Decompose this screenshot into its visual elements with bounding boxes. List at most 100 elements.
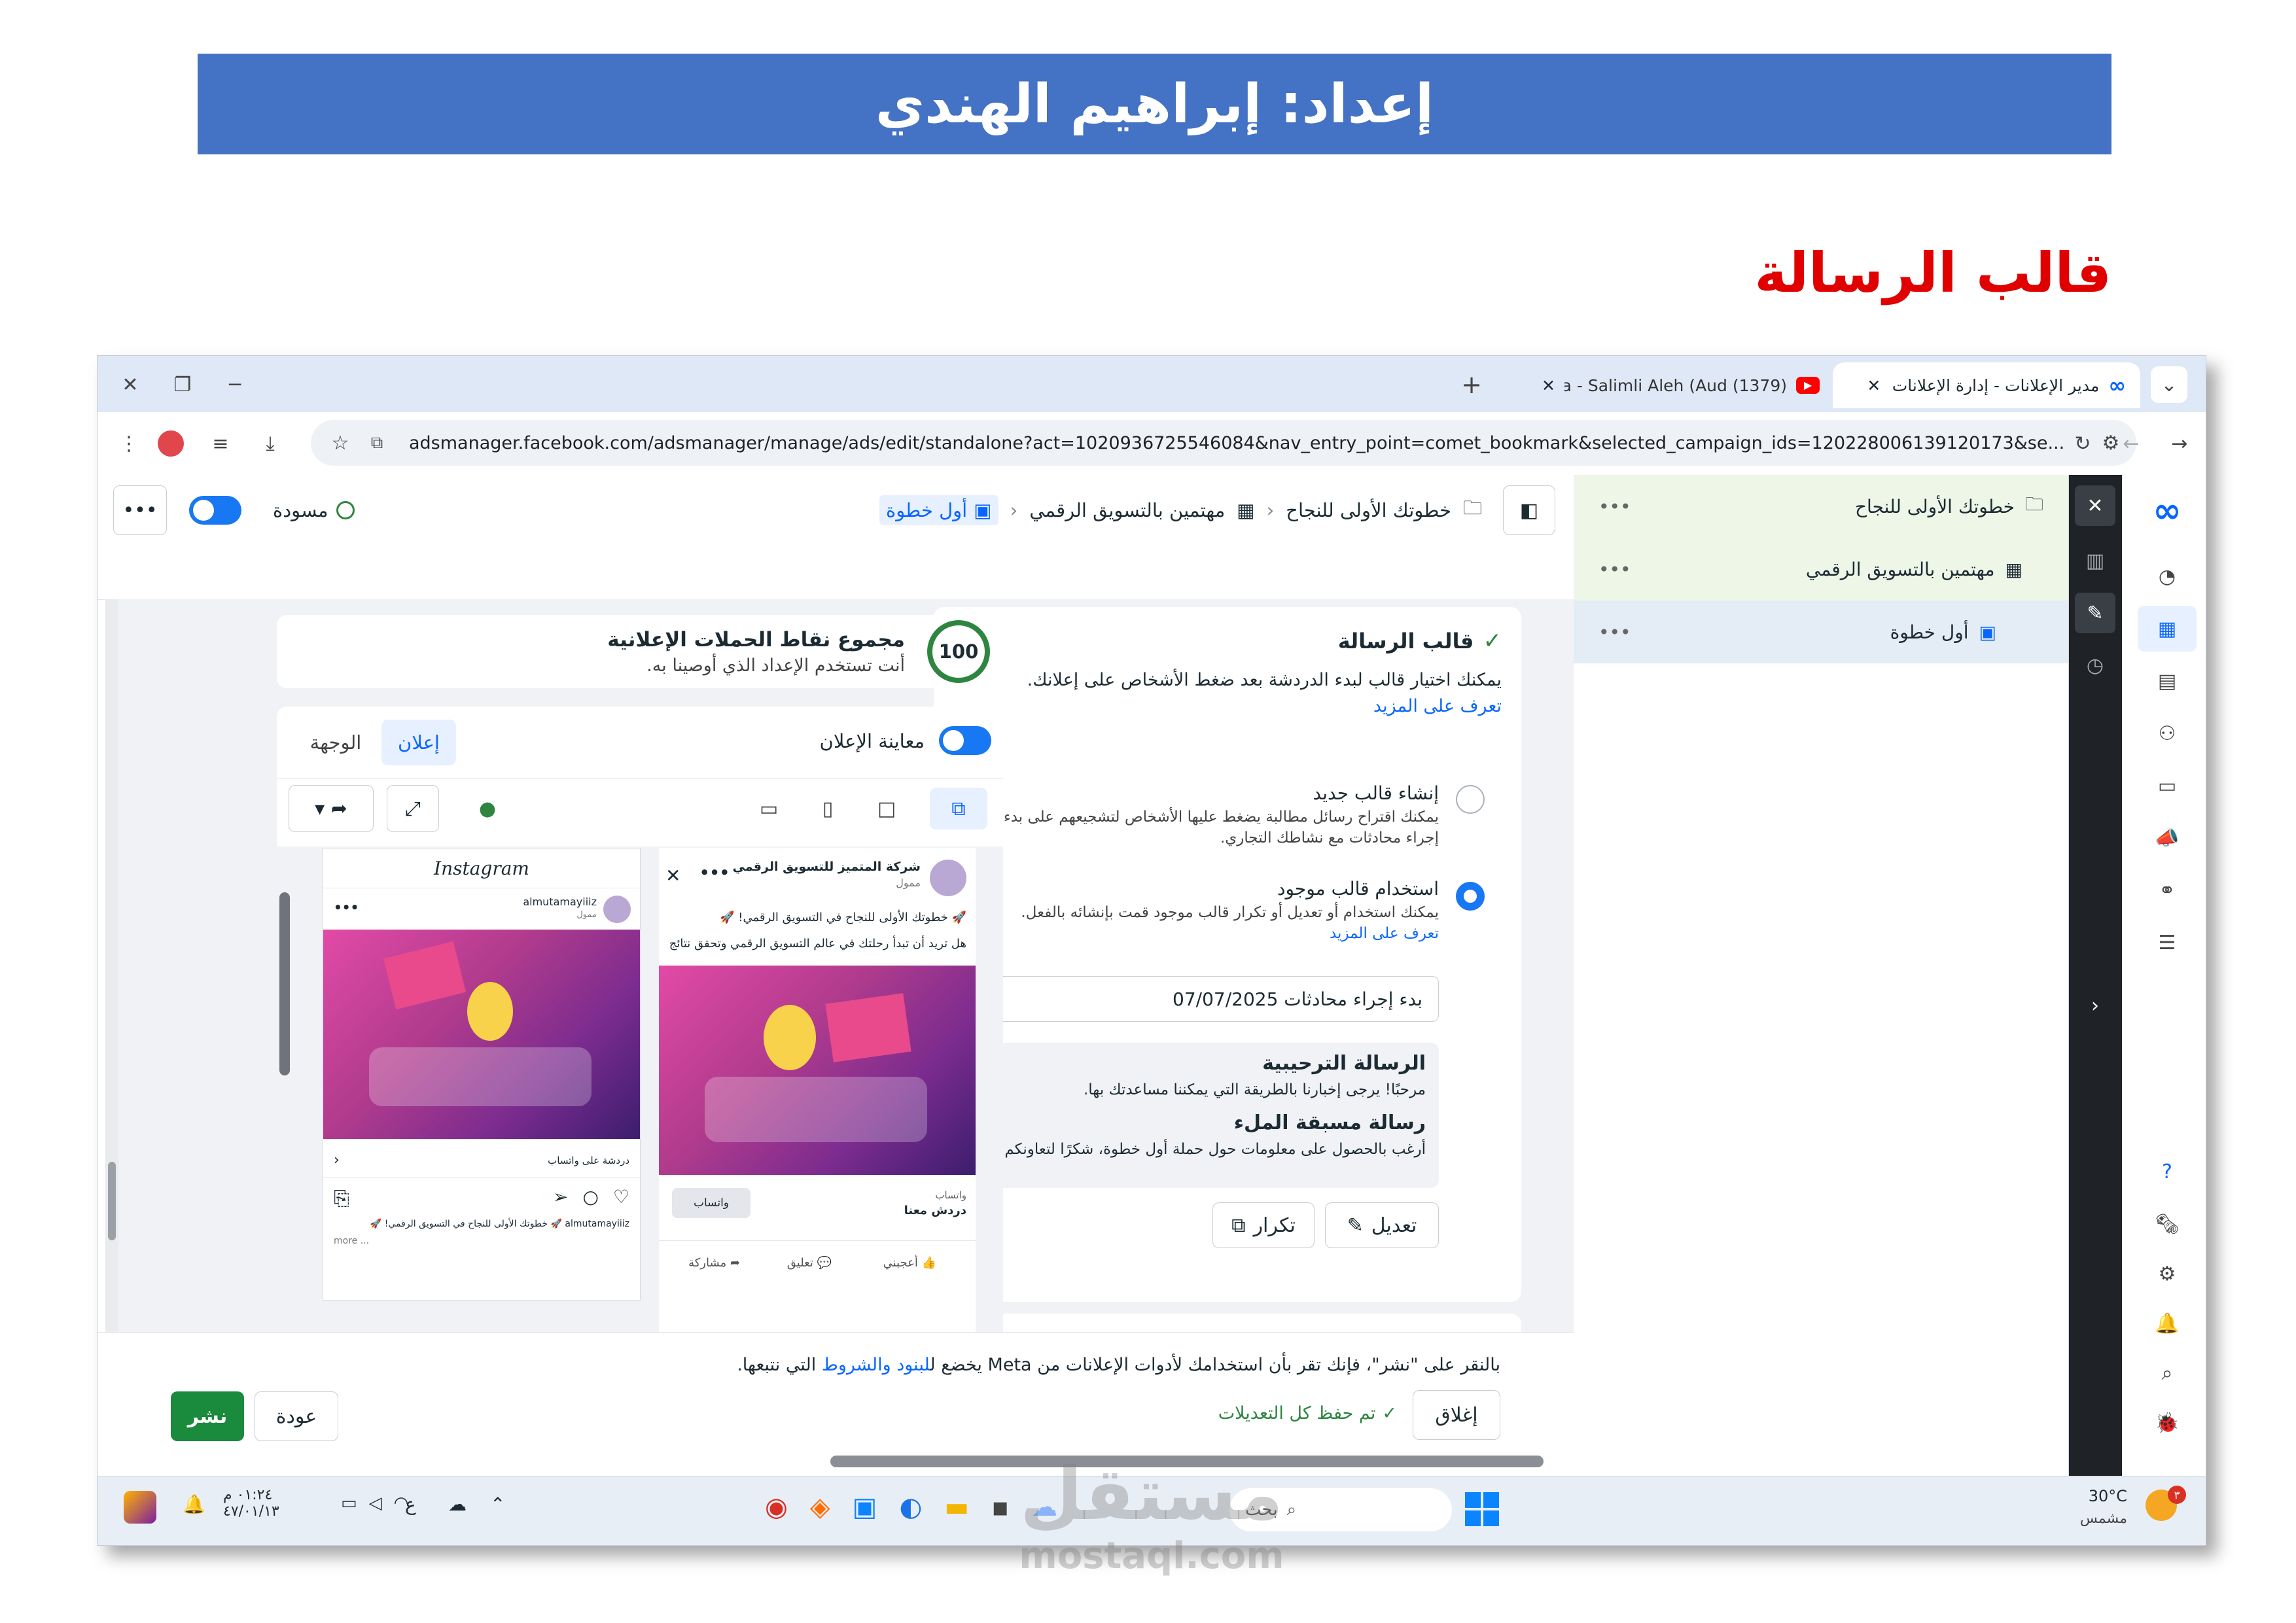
fb-close-icon[interactable]: ✕ (665, 865, 680, 886)
ig-like-icon[interactable]: ♡ (613, 1186, 629, 1208)
toggle-outline-icon[interactable]: ◧ (1503, 485, 1555, 535)
forward-icon[interactable]: ← (2113, 425, 2149, 462)
scrollbar[interactable] (105, 599, 118, 1332)
template-select[interactable]: ▼ بدء إجراء محادثات 07/07/2025 (970, 976, 1439, 1022)
ad-toggle-switch[interactable] (189, 496, 241, 525)
chrome-icon[interactable]: ◉ (765, 1492, 788, 1522)
campaign-more-icon[interactable]: ••• (1598, 496, 1631, 517)
bug-report-icon[interactable]: 🐞 (2138, 1400, 2197, 1446)
expand-chevron-icon[interactable]: › (2075, 985, 2115, 1026)
outline-adset-row[interactable]: ▦ مهتمين بالتسويق الرقمي ••• (1574, 538, 2068, 601)
meta-logo-icon[interactable]: ∞ (2138, 488, 2197, 534)
tab-ad[interactable]: إعلان (381, 720, 456, 765)
more-options-button[interactable]: ••• (113, 485, 167, 535)
fb-share-button[interactable]: ➦ مشاركة (688, 1256, 740, 1270)
close-tab-icon[interactable]: ✕ (1542, 376, 1555, 395)
outline-campaign-row[interactable]: 🗀 خطوتك الأولى للنجاح ••• (1574, 475, 2068, 538)
learn-more-link[interactable]: تعرف على المزيد (1373, 696, 1502, 716)
back-icon[interactable]: → (2161, 425, 2198, 462)
tab-ads-manager[interactable]: ∞ مدير الإعلانات - إدارة الإعلانات - ال … (1833, 362, 2140, 408)
chevron-up-icon[interactable]: ⌃ (490, 1493, 505, 1515)
outline-ad-row[interactable]: ▣ أول خطوة ••• (1574, 601, 2068, 663)
bookmark-star-icon[interactable]: ☆ (324, 425, 357, 461)
ig-cta-bar[interactable]: › دردشة على واتساب (323, 1143, 640, 1178)
ig-comment-icon[interactable]: ○ (582, 1186, 598, 1208)
close-editing-icon[interactable]: ✕ (2075, 485, 2115, 526)
ig-more-icon[interactable]: ••• (334, 899, 359, 915)
minimize-window-icon[interactable]: ─ (215, 365, 255, 404)
all-tools-menu-icon[interactable]: ☰ (2138, 920, 2197, 966)
back-button[interactable]: عودة (255, 1391, 338, 1441)
clock[interactable]: ٠١:٢٤ م ٤٧/٠١/١٣ (223, 1487, 279, 1520)
preview-scrollbar[interactable] (279, 892, 290, 1075)
new-tab-icon[interactable]: + (1452, 365, 1491, 404)
file-explorer-icon[interactable]: ▬ (944, 1492, 969, 1522)
news-icon[interactable]: 🗞 (2138, 1201, 2197, 1247)
ig-bookmark-icon[interactable]: ⎘ (334, 1187, 349, 1210)
horizontal-format-icon[interactable]: ▭ (748, 788, 790, 829)
tab-youtube[interactable]: ▶ (1379) Elissa - Salimli Aleh (Aud ✕ (1512, 362, 1820, 408)
install-app-icon[interactable]: ⧉ (361, 425, 393, 461)
profile-avatar-icon[interactable] (158, 430, 184, 457)
windows-start-icon[interactable] (1465, 1492, 1499, 1526)
onedrive-icon[interactable]: ☁ (448, 1493, 467, 1515)
office-icon[interactable]: ◈ (810, 1492, 830, 1522)
ig-more-link[interactable]: more ... (334, 1236, 369, 1246)
breadcrumb-ad[interactable]: ▣ أول خطوة (879, 495, 998, 525)
notification-bell-icon[interactable]: 🔔 (183, 1493, 205, 1515)
edge-icon[interactable]: ◐ (899, 1492, 922, 1522)
copilot-icon[interactable] (124, 1491, 156, 1524)
vertical-format-icon[interactable]: ▯ (807, 788, 849, 829)
tab-search-icon[interactable]: ⌄ (2151, 366, 2187, 403)
radio-existing-template[interactable] (1456, 882, 1485, 911)
fb-whatsapp-button[interactable]: واتساب (672, 1188, 751, 1218)
menu-dots-icon[interactable]: ⋮ (111, 425, 147, 462)
tab-destination[interactable]: الوجهة (296, 720, 375, 765)
close-button[interactable]: إغلاق (1413, 1390, 1500, 1440)
watermark-url: mostaql.com (1019, 1535, 1284, 1577)
url-field[interactable]: ☆ ⧉ adsmanager.facebook.com/adsmanager/m… (311, 420, 2136, 466)
edit-pencil-icon[interactable]: ✎ (2075, 593, 2115, 633)
reload-icon[interactable]: ↻ (2064, 425, 2101, 462)
campaigns-table-icon[interactable]: ▦ (2138, 606, 2197, 652)
search-icon[interactable]: ⌕ (2138, 1350, 2197, 1396)
fb-more-icon[interactable]: ••• (699, 864, 730, 882)
device-layout-icon[interactable]: ⧉ (930, 788, 987, 829)
duplicate-button[interactable]: ⧉ تكرار (1212, 1202, 1315, 1248)
store-icon[interactable]: ▣ (853, 1492, 877, 1522)
dashboard-icon[interactable]: ◔ (2138, 553, 2197, 599)
square-format-icon[interactable]: □ (866, 788, 908, 829)
terms-link[interactable]: لبنود والشروط (822, 1355, 930, 1375)
share-dropdown-icon[interactable]: ▾ ➦ (289, 785, 374, 832)
notifications-bell-icon[interactable]: 🔔 (2138, 1300, 2197, 1346)
adset-more-icon[interactable]: ••• (1598, 559, 1631, 580)
preview-toggle-switch[interactable] (939, 726, 991, 755)
settings-gear-icon[interactable]: ⚙ (2138, 1251, 2197, 1297)
close-tab-icon[interactable]: ✕ (1867, 376, 1881, 395)
app-icon[interactable]: ▪ (991, 1492, 1009, 1522)
help-icon[interactable]: ? (2138, 1149, 2197, 1195)
publish-button[interactable]: نشر (171, 1391, 244, 1441)
radio-new-template[interactable] (1456, 785, 1485, 814)
media-control-icon[interactable]: ≡ (202, 425, 239, 462)
restore-window-icon[interactable]: ❐ (163, 365, 202, 404)
expand-icon[interactable]: ⤢ (387, 785, 439, 832)
breadcrumb-adset[interactable]: مهتمين بالتسويق الرقمي (1029, 499, 1225, 521)
performance-chart-icon[interactable]: ▥ (2075, 540, 2115, 581)
edit-button[interactable]: ✎ تعديل (1325, 1202, 1439, 1248)
ig-share-icon[interactable]: ➢ (553, 1186, 568, 1208)
ad-more-icon[interactable]: ••• (1598, 621, 1631, 643)
download-icon[interactable]: ⤓ (252, 425, 289, 462)
fb-comment-button[interactable]: 💬 تعليق (787, 1256, 832, 1270)
close-window-icon[interactable]: ✕ (111, 365, 150, 404)
reports-icon[interactable]: ▤ (2138, 658, 2197, 704)
billing-card-icon[interactable]: ▭ (2138, 763, 2197, 809)
history-clock-icon[interactable]: ◷ (2075, 645, 2115, 686)
breadcrumb-campaign[interactable]: خطوتك الأولى للنجاح (1286, 499, 1451, 521)
megaphone-icon[interactable]: 📣 (2138, 815, 2197, 861)
option-existing-learn-link[interactable]: تعرف على المزيد (1330, 925, 1439, 942)
audiences-icon[interactable]: ⚇ (2138, 710, 2197, 756)
system-tray[interactable]: ▭ ◁ ◠ (341, 1493, 408, 1513)
business-icon[interactable]: ⚭ (2138, 867, 2197, 913)
fb-like-button[interactable]: 👍 أعجبني (883, 1256, 936, 1270)
